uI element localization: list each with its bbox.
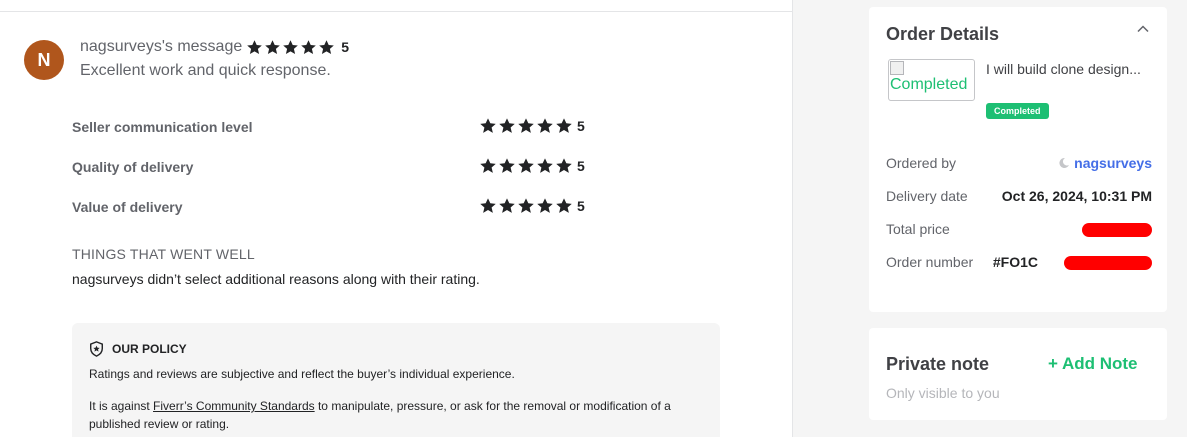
- star-icon: [498, 197, 516, 215]
- review-panel: N nagsurveys's message 5 Excellent work …: [0, 0, 793, 437]
- star-icon: [318, 39, 335, 56]
- add-note-label: Add Note: [1061, 354, 1138, 373]
- criteria-label: Quality of delivery: [72, 159, 194, 175]
- criteria-rating-value: 5: [577, 118, 585, 134]
- star-icon: [498, 157, 516, 175]
- plus-icon: +: [1048, 354, 1058, 373]
- star-icon: [246, 39, 263, 56]
- delivery-date-row: Delivery date Oct 26, 2024, 10:31 PM: [886, 186, 1152, 206]
- star-icon: [536, 157, 554, 175]
- policy-box: OUR POLICY Ratings and reviews are subje…: [72, 323, 720, 437]
- total-price-label: Total price: [886, 221, 950, 237]
- review-text: Excellent work and quick response.: [80, 62, 331, 79]
- ordered-by-label: Ordered by: [886, 155, 957, 171]
- private-note-title: Private note: [886, 354, 990, 374]
- order-number-value: #FO1C: [992, 254, 1038, 270]
- policy-title: OUR POLICY: [112, 342, 187, 356]
- criteria-rating: 5: [479, 197, 585, 215]
- order-details-title: Order Details: [886, 24, 1000, 44]
- criteria-rating-value: 5: [577, 158, 585, 174]
- star-icon: [498, 117, 516, 135]
- total-price-row: Total price: [886, 219, 1152, 239]
- delivery-date-value: Oct 26, 2024, 10:31 PM: [1001, 188, 1152, 204]
- criteria-stars: [479, 157, 573, 175]
- ordered-by-row: Ordered by nagsurveys: [886, 153, 1152, 173]
- divider: [0, 11, 793, 12]
- policy-text: Ratings and reviews are subjective and r…: [89, 367, 515, 381]
- ordered-by-value: nagsurveys: [1074, 155, 1152, 171]
- private-note-card: Private note Only visible to you + Add N…: [869, 328, 1167, 420]
- criteria-rating: 5: [479, 157, 585, 175]
- star-icon: [479, 197, 497, 215]
- ordered-by-user[interactable]: nagsurveys: [1058, 155, 1152, 171]
- chevron-up-icon[interactable]: [1135, 21, 1151, 37]
- star-icon: [555, 197, 573, 215]
- avatar: N: [24, 40, 64, 80]
- star-icon: [536, 117, 554, 135]
- criteria-rating-value: 5: [577, 198, 585, 214]
- criteria-rating: 5: [479, 117, 585, 135]
- review-author-message: nagsurveys's message: [80, 38, 243, 55]
- star-icon: [536, 197, 554, 215]
- criteria-label: Seller communication level: [72, 119, 253, 135]
- overall-rating-value: 5: [341, 39, 350, 55]
- star-icon: [264, 39, 281, 56]
- redaction-mark: [1082, 223, 1152, 237]
- star-icon: [517, 117, 535, 135]
- criteria-row-communication: Seller communication level 5: [72, 117, 592, 137]
- overall-stars: [246, 39, 335, 56]
- user-avatar-icon: [1058, 157, 1070, 169]
- gig-thumbnail-alt: Completed: [890, 76, 968, 93]
- add-note-button[interactable]: + Add Note: [1048, 354, 1137, 374]
- order-number-row: Order number #FO1C: [886, 252, 1152, 272]
- criteria-stars: [479, 117, 573, 135]
- star-icon: [517, 197, 535, 215]
- order-details-card: Order Details Completed I will build clo…: [869, 7, 1167, 312]
- criteria-stars: [479, 197, 573, 215]
- policy-header: OUR POLICY: [89, 341, 187, 357]
- star-icon: [300, 39, 317, 56]
- policy-text-part: It is against: [89, 399, 154, 413]
- gig-thumbnail[interactable]: Completed: [888, 59, 975, 101]
- status-badge: Completed: [986, 103, 1049, 119]
- policy-text-standards: It is against Fiverr’s Community Standar…: [89, 397, 709, 433]
- gig-title[interactable]: I will build clone design...: [986, 59, 1146, 80]
- star-icon: [479, 117, 497, 135]
- star-icon: [479, 157, 497, 175]
- star-icon: [555, 117, 573, 135]
- star-icon: [282, 39, 299, 56]
- review-header: nagsurveys's message 5: [80, 38, 349, 56]
- delivery-date-label: Delivery date: [886, 188, 968, 204]
- things-went-well-title: THINGS THAT WENT WELL: [72, 246, 255, 262]
- criteria-label: Value of delivery: [72, 199, 183, 215]
- community-standards-link[interactable]: Fiverr’s Community Standards: [153, 399, 315, 413]
- broken-image-icon: [890, 61, 904, 75]
- things-went-well-text: nagsurveys didn’t select additional reas…: [72, 271, 480, 287]
- criteria-row-value: Value of delivery 5: [72, 197, 592, 217]
- star-icon: [555, 157, 573, 175]
- shield-icon: [89, 341, 104, 357]
- redaction-mark: [1064, 256, 1152, 270]
- criteria-row-quality: Quality of delivery 5: [72, 157, 592, 177]
- star-icon: [517, 157, 535, 175]
- private-note-subtitle: Only visible to you: [886, 385, 1000, 401]
- order-number-label: Order number: [886, 254, 974, 270]
